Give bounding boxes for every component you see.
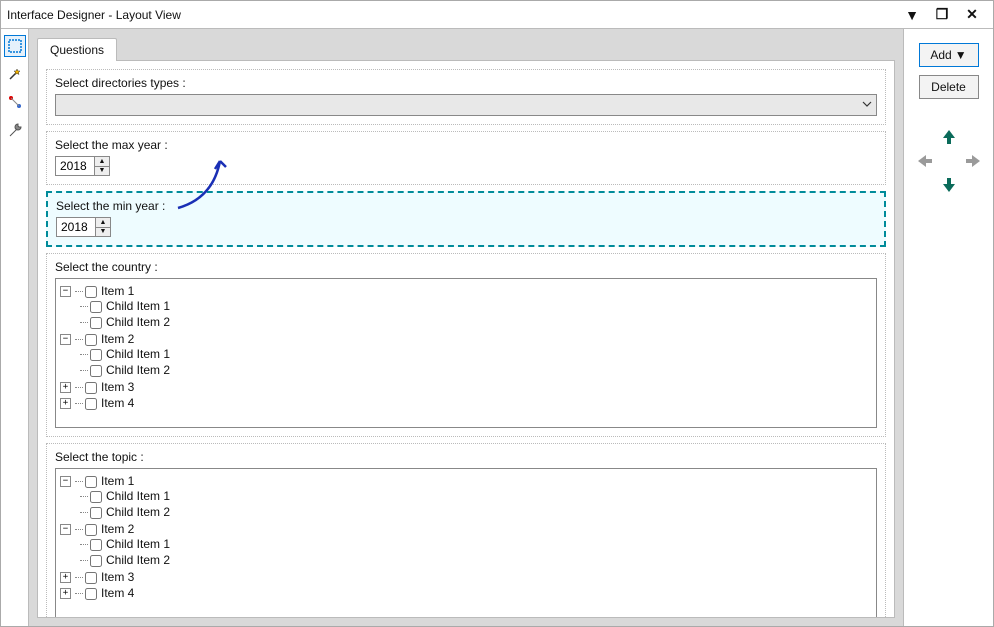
tree-checkbox[interactable] — [85, 286, 97, 298]
spinner-down-max[interactable]: ▼ — [95, 167, 109, 176]
group-topic[interactable]: Select the topic : −Item 1Child Item 1Ch… — [46, 443, 886, 618]
tree-item-label: Item 4 — [101, 586, 134, 600]
titlebar: Interface Designer - Layout View ▼ ❐ ✕ — [1, 1, 993, 29]
tree-item[interactable]: − Item 2Child Item 1 Child Item 2 — [60, 521, 872, 569]
tree-child-item[interactable]: Child Item 1 — [80, 346, 872, 362]
label-min-year: Select the min year : — [56, 199, 876, 213]
tab-questions[interactable]: Questions — [37, 38, 117, 61]
tool-wand[interactable] — [4, 63, 26, 85]
group-min-year[interactable]: Select the min year : ▲ ▼ — [46, 191, 886, 247]
move-up-button[interactable] — [937, 125, 961, 149]
tree-checkbox[interactable] — [90, 491, 102, 503]
tree-checkbox[interactable] — [85, 476, 97, 488]
close-icon[interactable]: ✕ — [957, 5, 987, 25]
group-max-year[interactable]: Select the max year : ▲ ▼ — [46, 131, 886, 185]
add-button[interactable]: Add▼ — [919, 43, 979, 67]
label-max-year: Select the max year : — [55, 138, 877, 152]
tree-item-label: Item 1 — [101, 284, 134, 298]
move-left-button[interactable] — [913, 149, 937, 173]
expand-icon[interactable]: + — [60, 398, 71, 409]
tree-item[interactable]: − Item 1Child Item 1 Child Item 2 — [60, 283, 872, 331]
tree-checkbox[interactable] — [85, 572, 97, 584]
tree-item-label: Item 2 — [101, 332, 134, 346]
label-topic: Select the topic : — [55, 450, 877, 464]
tree-item[interactable]: + Item 4 — [60, 585, 872, 601]
expand-icon[interactable]: + — [60, 382, 71, 393]
input-max-year[interactable] — [55, 156, 95, 176]
restore-icon[interactable]: ❐ — [927, 5, 957, 25]
tree-topic[interactable]: −Item 1Child Item 1Child Item 2−Item 2Ch… — [55, 468, 877, 618]
tree-checkbox[interactable] — [85, 588, 97, 600]
tree-item-label: Child Item 2 — [106, 553, 170, 567]
tree-checkbox[interactable] — [90, 555, 102, 567]
group-country[interactable]: Select the country : −Item 1Child Item 1… — [46, 253, 886, 437]
expand-icon[interactable]: + — [60, 572, 71, 583]
right-panel: Add▼ Delete — [903, 29, 993, 626]
spinner-up-min[interactable]: ▲ — [96, 218, 110, 228]
tree-item-label: Child Item 2 — [106, 363, 170, 377]
tree-checkbox[interactable] — [90, 317, 102, 329]
tree-item-label: Child Item 2 — [106, 505, 170, 519]
tree-child-item[interactable]: Child Item 1 — [80, 298, 872, 314]
tree-child-item[interactable]: Child Item 2 — [80, 362, 872, 378]
tree-checkbox[interactable] — [90, 365, 102, 377]
tool-anchor[interactable] — [4, 91, 26, 113]
tree-checkbox[interactable] — [90, 507, 102, 519]
tree-item-label: Child Item 1 — [106, 537, 170, 551]
collapse-icon[interactable]: − — [60, 334, 71, 345]
tree-checkbox[interactable] — [90, 349, 102, 361]
tool-selection[interactable] — [4, 35, 26, 57]
tree-item[interactable]: − Item 2Child Item 1 Child Item 2 — [60, 331, 872, 379]
tree-checkbox[interactable] — [90, 301, 102, 313]
tree-item-label: Child Item 2 — [106, 315, 170, 329]
design-canvas: Select directories types : Select the ma… — [37, 60, 895, 618]
dropdown-menu-icon[interactable]: ▼ — [897, 5, 927, 25]
tree-item[interactable]: + Item 4 — [60, 395, 872, 411]
tree-item[interactable]: + Item 3 — [60, 569, 872, 585]
collapse-icon[interactable]: − — [60, 524, 71, 535]
tree-item-label: Child Item 1 — [106, 299, 170, 313]
tree-child-item[interactable]: Child Item 1 — [80, 536, 872, 552]
tree-checkbox[interactable] — [85, 524, 97, 536]
tree-item-label: Item 4 — [101, 396, 134, 410]
tree-item-label: Item 3 — [101, 570, 134, 584]
move-right-button[interactable] — [961, 149, 985, 173]
tree-checkbox[interactable] — [85, 334, 97, 346]
tree-item-label: Item 3 — [101, 380, 134, 394]
label-country: Select the country : — [55, 260, 877, 274]
tree-child-item[interactable]: Child Item 1 — [80, 488, 872, 504]
move-arrow-pad — [913, 125, 985, 197]
input-min-year[interactable] — [56, 217, 96, 237]
collapse-icon[interactable]: − — [60, 286, 71, 297]
label-directories: Select directories types : — [55, 76, 877, 90]
tree-child-item[interactable]: Child Item 2 — [80, 314, 872, 330]
tool-wrench[interactable] — [4, 119, 26, 141]
tree-item-label: Item 1 — [101, 474, 134, 488]
collapse-icon[interactable]: − — [60, 476, 71, 487]
tree-item-label: Child Item 1 — [106, 347, 170, 361]
expand-icon[interactable]: + — [60, 588, 71, 599]
spinner-up-max[interactable]: ▲ — [95, 157, 109, 167]
move-down-button[interactable] — [937, 173, 961, 197]
tree-child-item[interactable]: Child Item 2 — [80, 552, 872, 568]
left-toolbar — [1, 29, 29, 626]
group-directories[interactable]: Select directories types : — [46, 69, 886, 125]
tree-item[interactable]: + Item 3 — [60, 379, 872, 395]
dropdown-directories[interactable] — [55, 94, 877, 116]
tree-checkbox[interactable] — [85, 382, 97, 394]
tree-child-item[interactable]: Child Item 2 — [80, 504, 872, 520]
tree-item[interactable]: − Item 1Child Item 1 Child Item 2 — [60, 473, 872, 521]
tree-item-label: Child Item 1 — [106, 489, 170, 503]
tree-checkbox[interactable] — [85, 398, 97, 410]
window-title: Interface Designer - Layout View — [7, 8, 897, 22]
tree-item-label: Item 2 — [101, 522, 134, 536]
caret-down-icon: ▼ — [955, 48, 967, 62]
chevron-down-icon — [862, 98, 872, 112]
spinner-down-min[interactable]: ▼ — [96, 228, 110, 237]
tree-country[interactable]: −Item 1Child Item 1Child Item 2−Item 2Ch… — [55, 278, 877, 428]
delete-button[interactable]: Delete — [919, 75, 979, 99]
tree-checkbox[interactable] — [90, 539, 102, 551]
